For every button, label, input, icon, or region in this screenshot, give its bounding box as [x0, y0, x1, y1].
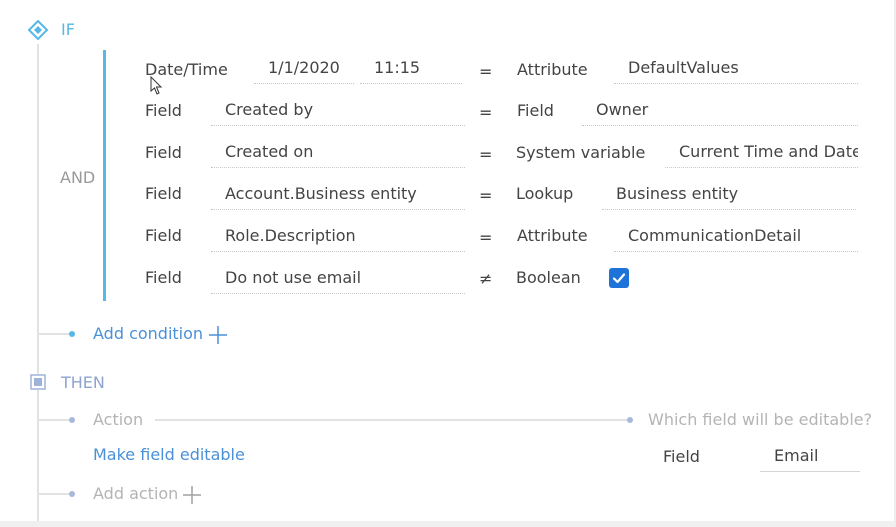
field-input[interactable]: Account.Business entity	[211, 184, 465, 210]
value-input[interactable]: Business entity	[602, 184, 856, 210]
operator-equals[interactable]: =	[479, 103, 492, 123]
connector-line	[38, 419, 72, 421]
then-square-icon	[30, 374, 46, 390]
connector-dot	[627, 417, 633, 423]
time-input[interactable]: 11:15	[360, 58, 462, 84]
value-input[interactable]: Owner	[582, 100, 858, 126]
tree-line	[37, 44, 39, 527]
field-value: Role.Description	[225, 226, 356, 245]
value-input[interactable]: Current Time and Date	[665, 142, 858, 168]
value-type[interactable]: Field	[517, 101, 554, 121]
if-label: IF	[61, 20, 75, 39]
then-label: THEN	[61, 373, 105, 392]
condition-type[interactable]: Field	[145, 101, 182, 121]
operator-equals[interactable]: =	[479, 145, 492, 165]
connector-dot	[69, 491, 75, 497]
plus-icon[interactable]	[208, 325, 228, 345]
bottom-border	[0, 521, 896, 527]
rule-editor: { "if_section": { "label": "IF", "group_…	[0, 0, 896, 527]
if-diamond-icon	[27, 19, 49, 41]
connector-dot	[69, 417, 75, 423]
date-value: 1/1/2020	[268, 58, 340, 77]
field-value: Created on	[225, 142, 314, 161]
action-connector-line	[155, 419, 630, 421]
value-type[interactable]: Boolean	[516, 268, 581, 288]
editable-field-value: Email	[774, 446, 819, 465]
plus-icon[interactable]	[182, 485, 202, 505]
value-text: Owner	[596, 100, 649, 119]
value-type[interactable]: Attribute	[517, 226, 588, 246]
value-input[interactable]: CommunicationDetail	[614, 226, 858, 252]
field-value: Created by	[225, 100, 314, 119]
value-text: CommunicationDetail	[628, 226, 802, 245]
operator-equals[interactable]: =	[479, 186, 492, 206]
value-type[interactable]: Lookup	[516, 184, 573, 204]
time-value: 11:15	[374, 58, 421, 77]
field-label: Field	[663, 447, 700, 466]
and-operator-label[interactable]: AND	[60, 168, 95, 188]
mouse-cursor-icon	[150, 75, 164, 96]
field-input[interactable]: Created on	[211, 142, 465, 168]
which-field-header: Which field will be editable?	[648, 410, 873, 429]
value-text: Current Time and Date	[679, 142, 858, 161]
value-type[interactable]: System variable	[516, 143, 645, 163]
field-input[interactable]: Role.Description	[211, 226, 465, 252]
field-value: Do not use email	[225, 268, 362, 287]
add-action-link[interactable]: Add action	[93, 484, 178, 504]
condition-type[interactable]: Field	[145, 184, 182, 204]
add-condition-link[interactable]: Add condition	[93, 324, 203, 344]
action-header: Action	[93, 410, 144, 429]
boolean-checkbox[interactable]	[609, 268, 629, 288]
field-input[interactable]: Created by	[211, 100, 465, 126]
value-input[interactable]: DefaultValues	[614, 58, 858, 84]
connector-line	[38, 493, 72, 495]
operator-equals[interactable]: =	[479, 62, 492, 82]
operator-not-equals[interactable]: ≠	[479, 269, 492, 289]
value-text: DefaultValues	[628, 58, 739, 77]
condition-type[interactable]: Field	[145, 226, 182, 246]
editable-field-input[interactable]: Email	[760, 446, 860, 472]
condition-type[interactable]: Field	[145, 268, 182, 288]
checkmark-icon	[612, 273, 626, 284]
action-selector[interactable]: Make field editable	[93, 445, 245, 465]
value-type[interactable]: Attribute	[517, 60, 588, 80]
value-text: Business entity	[616, 184, 739, 203]
field-value: Account.Business entity	[225, 184, 417, 203]
connector-line	[38, 333, 72, 335]
field-input[interactable]: Do not use email	[211, 268, 465, 294]
operator-equals[interactable]: =	[479, 228, 492, 248]
date-input[interactable]: 1/1/2020	[254, 58, 354, 84]
and-group-bar	[103, 50, 106, 301]
condition-type[interactable]: Field	[145, 143, 182, 163]
connector-dot	[69, 331, 75, 337]
